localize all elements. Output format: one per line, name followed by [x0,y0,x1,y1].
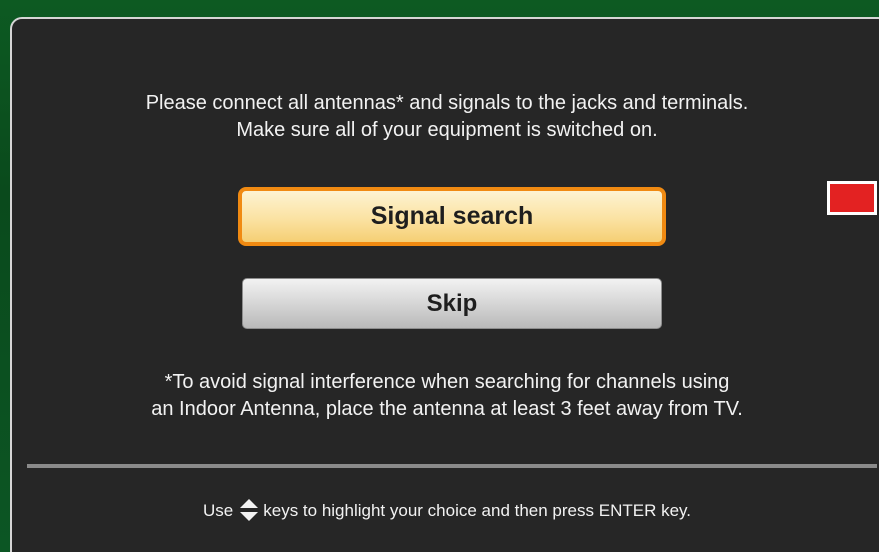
navigation-hint: Use keys to highlight your choice and the… [12,499,879,523]
instruction-text: Please connect all antennas* and signals… [12,90,879,144]
hint-suffix: keys to highlight your choice and then p… [263,501,691,520]
hint-prefix: Use [203,501,234,520]
antenna-note-line-1: *To avoid signal interference when searc… [164,371,730,393]
instruction-line-1: Please connect all antennas* and signals… [145,92,749,114]
instruction-line-2: Make sure all of your equipment is switc… [236,119,658,141]
skip-button[interactable]: Skip [242,278,662,329]
setup-dialog: Please connect all antennas* and signals… [10,17,879,552]
red-indicator [827,181,877,215]
up-down-arrows-icon [239,499,259,521]
antenna-note-line-2: an Indoor Antenna, place the antenna at … [151,398,743,420]
signal-search-button[interactable]: Signal search [238,187,666,246]
footer-divider [27,464,877,468]
antenna-note: *To avoid signal interference when searc… [12,369,879,423]
